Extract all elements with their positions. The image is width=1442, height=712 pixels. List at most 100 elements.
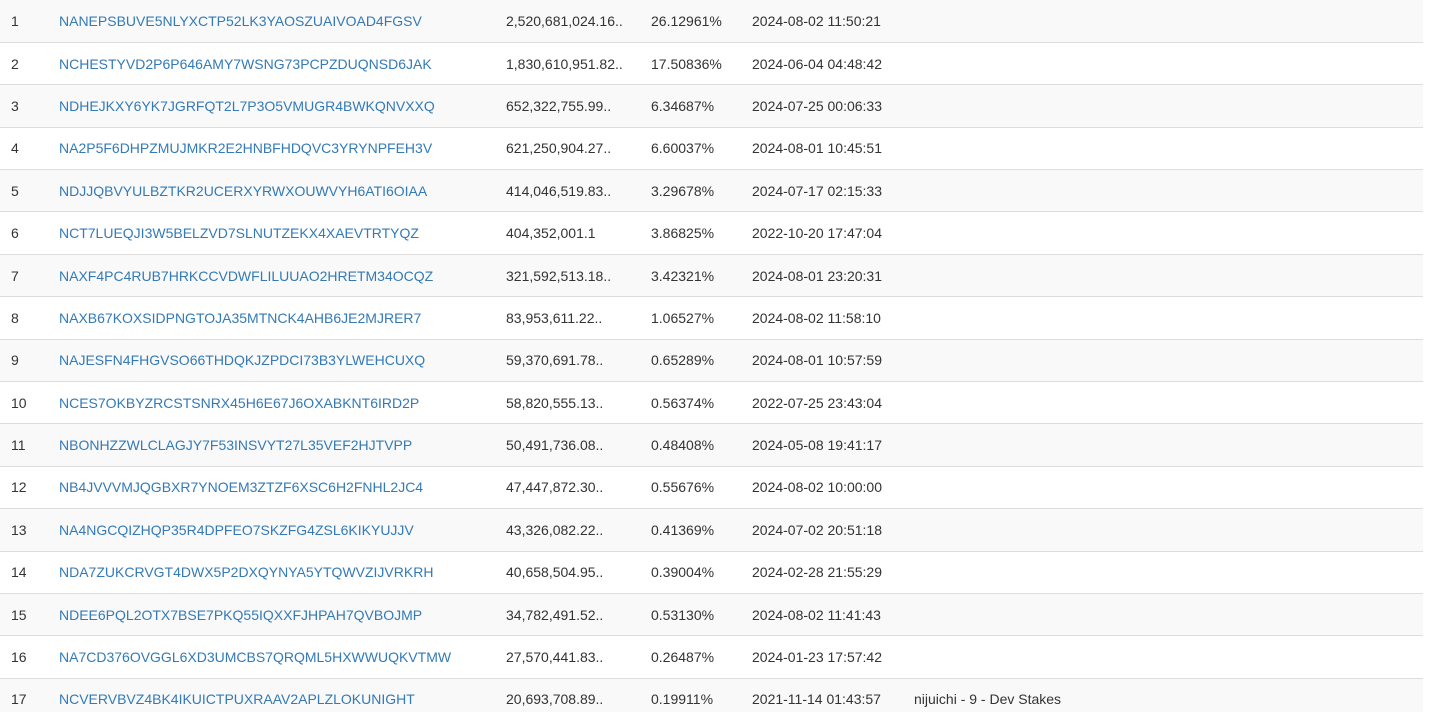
account-address-link[interactable]: NDHEJKXY6YK7JGRFQT2L7P3O5VMUGR4BWKQNVXXQ bbox=[52, 96, 435, 116]
table-row: 7 NAXF4PC4RUB7HRKCCVDWFLILUUAO2HRETM34OCQ… bbox=[0, 254, 1423, 298]
timestamp-cell: 2024-08-01 23:20:31 bbox=[745, 254, 907, 298]
table-row: 3 NDHEJKXY6YK7JGRFQT2L7P3O5VMUGR4BWKQNVXX… bbox=[0, 84, 1423, 128]
balance-cell: 40,658,504.95.. bbox=[499, 551, 644, 594]
percent-cell: 0.41369% bbox=[644, 508, 745, 552]
rank-cell: 8 bbox=[0, 296, 52, 340]
rank-cell: 4 bbox=[0, 127, 52, 171]
rank-cell: 5 bbox=[0, 169, 52, 213]
account-address-link[interactable]: NB4JVVVMJQGBXR7YNOEM3ZTZF6XSC6H2FNHL2JC4 bbox=[52, 477, 423, 497]
balance-cell: 414,046,519.83.. bbox=[499, 169, 644, 213]
rank-cell: 3 bbox=[0, 84, 52, 128]
account-address-link[interactable]: NA7CD376OVGGL6XD3UMCBS7QRQML5HXWWUQKVTMW bbox=[52, 647, 451, 667]
timestamp-cell: 2024-07-02 20:51:18 bbox=[745, 508, 907, 552]
address-cell: NB4JVVVMJQGBXR7YNOEM3ZTZF6XSC6H2FNHL2JC4 bbox=[52, 466, 499, 510]
account-address-link[interactable]: NCVERVBVZ4BK4IKUICTPUXRAAV2APLZLOKUNIGHT bbox=[52, 689, 415, 709]
address-cell: NCVERVBVZ4BK4IKUICTPUXRAAV2APLZLOKUNIGHT bbox=[52, 678, 499, 712]
balance-cell: 59,370,691.78.. bbox=[499, 339, 644, 383]
percent-cell: 0.39004% bbox=[644, 551, 745, 594]
table-body: 1 NANEPSBUVE5NLYXCTP52LK3YAOSZUAIVOAD4FGS… bbox=[0, 0, 1423, 712]
table-row: 11 NBONHZZWLCLAGJY7F53INSVYT27L35VEF2HJTV… bbox=[0, 423, 1423, 467]
account-address-link[interactable]: NCHESTYVD2P6P646AMY7WSNG73PCPZDUQNSD6JAK bbox=[52, 54, 432, 74]
address-cell: NANEPSBUVE5NLYXCTP52LK3YAOSZUAIVOAD4FGSV bbox=[52, 0, 499, 43]
percent-cell: 6.34687% bbox=[644, 84, 745, 128]
percent-cell: 0.26487% bbox=[644, 635, 745, 679]
percent-cell: 0.53130% bbox=[644, 593, 745, 637]
balance-cell: 58,820,555.13.. bbox=[499, 381, 644, 425]
label-cell bbox=[907, 551, 1423, 594]
label-cell bbox=[907, 254, 1423, 298]
table-row: 8 NAXB67KOXSIDPNGTOJA35MTNCK4AHB6JE2MJRER… bbox=[0, 296, 1423, 340]
account-address-link[interactable]: NDEE6PQL2OTX7BSE7PKQ55IQXXFJHPAH7QVBOJMP bbox=[52, 605, 422, 625]
label-cell bbox=[907, 508, 1423, 552]
rank-cell: 17 bbox=[0, 678, 52, 712]
balance-cell: 50,491,736.08.. bbox=[499, 423, 644, 467]
percent-cell: 0.55676% bbox=[644, 466, 745, 510]
account-address-link[interactable]: NA4NGCQIZHQP35R4DPFEO7SKZFG4ZSL6KIKYUJJV bbox=[52, 520, 414, 540]
label-cell bbox=[907, 0, 1423, 43]
percent-cell: 3.29678% bbox=[644, 169, 745, 213]
timestamp-cell: 2021-11-14 01:43:57 bbox=[745, 678, 907, 712]
timestamp-cell: 2022-10-20 17:47:04 bbox=[745, 211, 907, 255]
account-address-link[interactable]: NDA7ZUKCRVGT4DWX5P2DXQYNYA5YTQWVZIJVRKRH bbox=[52, 562, 433, 582]
percent-cell: 0.65289% bbox=[644, 339, 745, 383]
timestamp-cell: 2024-08-02 11:41:43 bbox=[745, 593, 907, 637]
account-address-link[interactable]: NA2P5F6DHPZMUJMKR2E2HNBFHDQVC3YRYNPFEH3V bbox=[52, 138, 432, 158]
timestamp-cell: 2024-08-02 10:00:00 bbox=[745, 466, 907, 510]
rank-cell: 9 bbox=[0, 339, 52, 383]
timestamp-cell: 2024-08-01 10:45:51 bbox=[745, 127, 907, 171]
label-cell bbox=[907, 84, 1423, 128]
account-address-link[interactable]: NANEPSBUVE5NLYXCTP52LK3YAOSZUAIVOAD4FGSV bbox=[52, 11, 422, 31]
rank-cell: 16 bbox=[0, 635, 52, 679]
rank-cell: 11 bbox=[0, 423, 52, 467]
table-row: 15 NDEE6PQL2OTX7BSE7PKQ55IQXXFJHPAH7QVBOJ… bbox=[0, 593, 1423, 637]
label-cell bbox=[907, 211, 1423, 255]
timestamp-cell: 2024-07-17 02:15:33 bbox=[745, 169, 907, 213]
percent-cell: 26.12961% bbox=[644, 0, 745, 43]
timestamp-cell: 2024-07-25 00:06:33 bbox=[745, 84, 907, 128]
balance-cell: 27,570,441.83.. bbox=[499, 635, 644, 679]
table-row: 5 NDJJQBVYULBZTKR2UCERXYRWXOUWVYH6ATI6OIA… bbox=[0, 169, 1423, 213]
rank-cell: 14 bbox=[0, 551, 52, 594]
label-cell bbox=[907, 296, 1423, 340]
balance-cell: 404,352,001.1 bbox=[499, 211, 644, 255]
balance-cell: 20,693,708.89.. bbox=[499, 678, 644, 712]
timestamp-cell: 2024-01-23 17:57:42 bbox=[745, 635, 907, 679]
address-cell: NA7CD376OVGGL6XD3UMCBS7QRQML5HXWWUQKVTMW bbox=[52, 635, 499, 679]
account-address-link[interactable]: NCT7LUEQJI3W5BELZVD7SLNUTZEKX4XAEVTRTYQZ bbox=[52, 223, 419, 243]
rank-cell: 13 bbox=[0, 508, 52, 552]
timestamp-cell: 2024-06-04 04:48:42 bbox=[745, 42, 907, 86]
rank-cell: 6 bbox=[0, 211, 52, 255]
table-row: 16 NA7CD376OVGGL6XD3UMCBS7QRQML5HXWWUQKVT… bbox=[0, 635, 1423, 679]
address-cell: NDEE6PQL2OTX7BSE7PKQ55IQXXFJHPAH7QVBOJMP bbox=[52, 593, 499, 637]
address-cell: NCT7LUEQJI3W5BELZVD7SLNUTZEKX4XAEVTRTYQZ bbox=[52, 211, 499, 255]
percent-cell: 1.06527% bbox=[644, 296, 745, 340]
account-address-link[interactable]: NAXB67KOXSIDPNGTOJA35MTNCK4AHB6JE2MJRER7 bbox=[52, 308, 421, 328]
account-address-link[interactable]: NAJESFN4FHGVSO66THDQKJZPDCI73B3YLWEHCUXQ bbox=[52, 350, 425, 370]
address-cell: NDJJQBVYULBZTKR2UCERXYRWXOUWVYH6ATI6OIAA bbox=[52, 169, 499, 213]
table-row: 14 NDA7ZUKCRVGT4DWX5P2DXQYNYA5YTQWVZIJVRK… bbox=[0, 551, 1423, 594]
address-cell: NA2P5F6DHPZMUJMKR2E2HNBFHDQVC3YRYNPFEH3V bbox=[52, 127, 499, 171]
scrollbar-track[interactable] bbox=[1423, 0, 1442, 712]
rank-cell: 2 bbox=[0, 42, 52, 86]
balance-cell: 47,447,872.30.. bbox=[499, 466, 644, 510]
label-cell bbox=[907, 466, 1423, 510]
label-cell bbox=[907, 381, 1423, 425]
address-cell: NAXF4PC4RUB7HRKCCVDWFLILUUAO2HRETM34OCQZ bbox=[52, 254, 499, 298]
account-address-link[interactable]: NCES7OKBYZRCSTSNRX45H6E67J6OXABKNT6IRD2P bbox=[52, 393, 419, 413]
account-address-link[interactable]: NAXF4PC4RUB7HRKCCVDWFLILUUAO2HRETM34OCQZ bbox=[52, 266, 433, 286]
rank-cell: 1 bbox=[0, 0, 52, 43]
percent-cell: 0.56374% bbox=[644, 381, 745, 425]
balance-cell: 321,592,513.18.. bbox=[499, 254, 644, 298]
rank-cell: 12 bbox=[0, 466, 52, 510]
address-cell: NA4NGCQIZHQP35R4DPFEO7SKZFG4ZSL6KIKYUJJV bbox=[52, 508, 499, 552]
account-address-link[interactable]: NBONHZZWLCLAGJY7F53INSVYT27L35VEF2HJTVPP bbox=[52, 435, 412, 455]
timestamp-cell: 2024-02-28 21:55:29 bbox=[745, 551, 907, 594]
timestamp-cell: 2024-05-08 19:41:17 bbox=[745, 423, 907, 467]
balance-cell: 34,782,491.52.. bbox=[499, 593, 644, 637]
account-address-link[interactable]: NDJJQBVYULBZTKR2UCERXYRWXOUWVYH6ATI6OIAA bbox=[52, 181, 427, 201]
table-row: 9 NAJESFN4FHGVSO66THDQKJZPDCI73B3YLWEHCUX… bbox=[0, 339, 1423, 383]
address-cell: NAJESFN4FHGVSO66THDQKJZPDCI73B3YLWEHCUXQ bbox=[52, 339, 499, 383]
percent-cell: 3.42321% bbox=[644, 254, 745, 298]
timestamp-cell: 2024-08-02 11:58:10 bbox=[745, 296, 907, 340]
table-row: 10 NCES7OKBYZRCSTSNRX45H6E67J6OXABKNT6IRD… bbox=[0, 381, 1423, 425]
